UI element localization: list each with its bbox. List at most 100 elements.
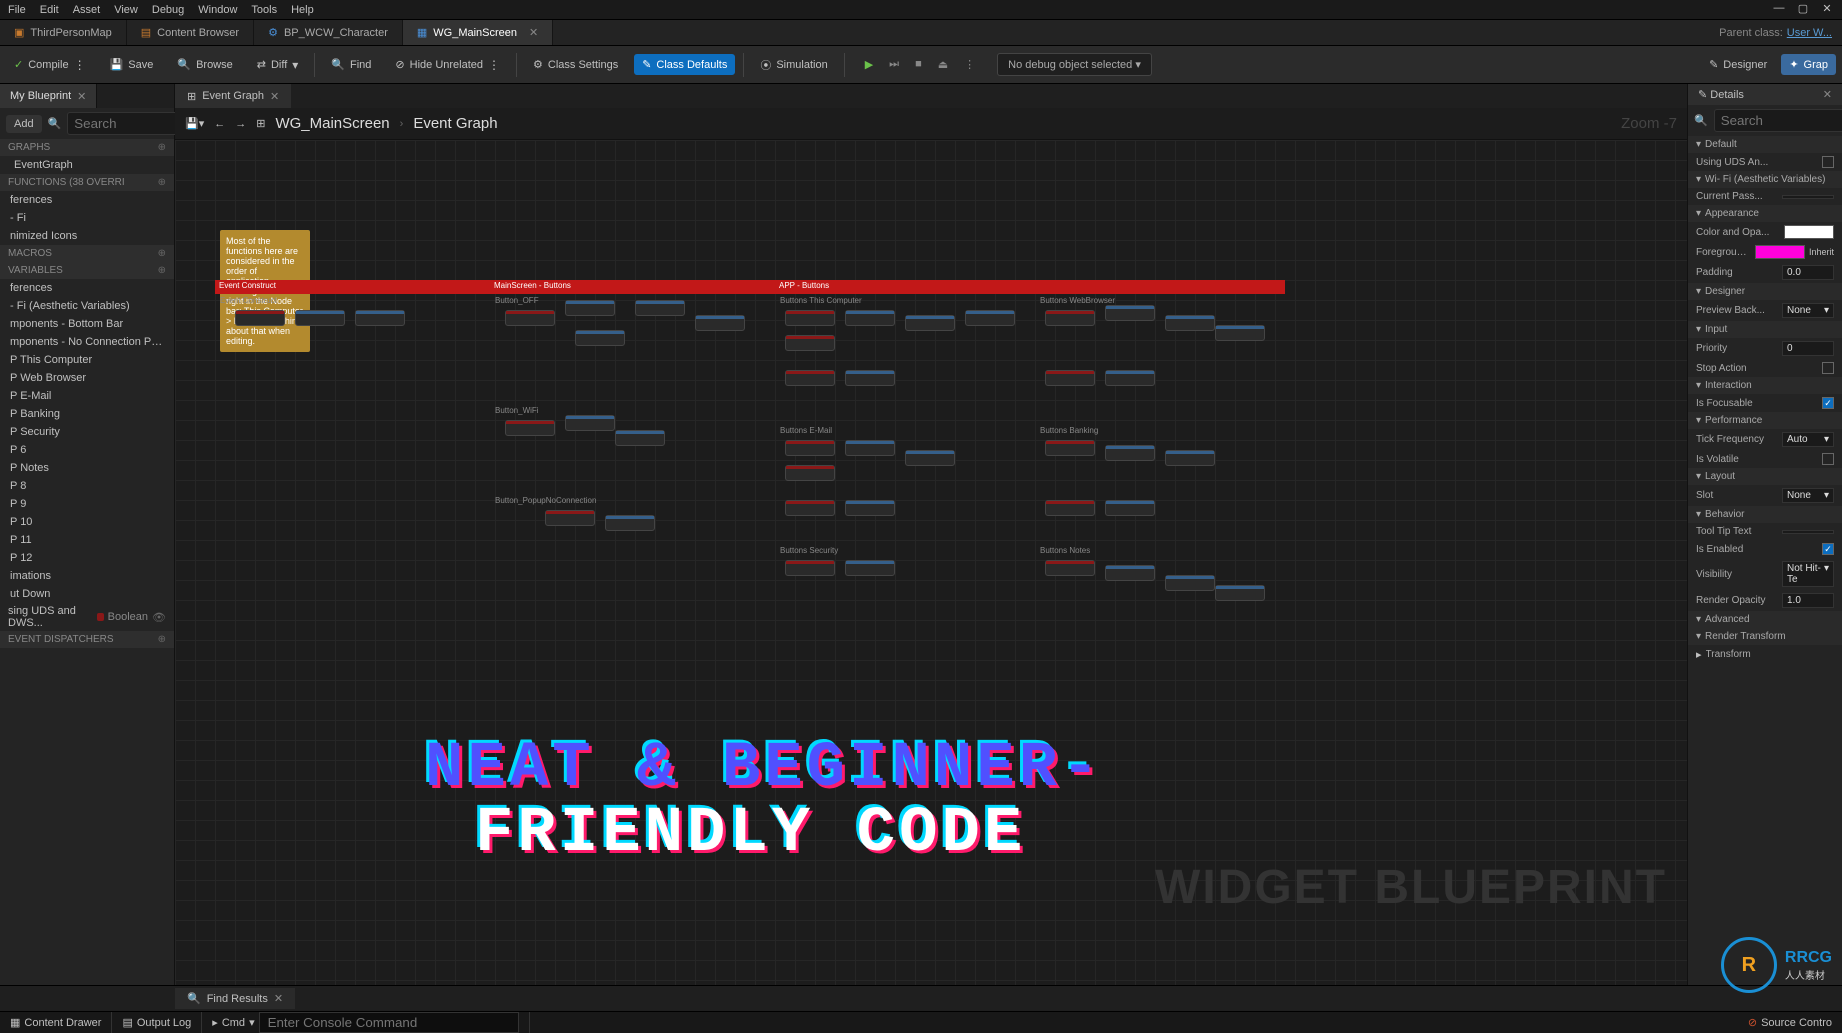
- forward-button[interactable]: →: [235, 118, 246, 130]
- expand-icon[interactable]: ▸: [1696, 648, 1702, 661]
- add-button[interactable]: Add: [6, 115, 42, 133]
- tree-item[interactable]: P This Computer: [0, 351, 174, 369]
- tree-item[interactable]: P Web Browser: [0, 369, 174, 387]
- bp-node[interactable]: [235, 310, 285, 326]
- bp-node[interactable]: [785, 465, 835, 481]
- region-bar[interactable]: APP - Buttons: [775, 280, 1285, 294]
- bp-node[interactable]: [845, 500, 895, 516]
- chevron-down-icon[interactable]: ▾: [249, 1016, 255, 1029]
- play-options[interactable]: ⋮: [958, 54, 981, 75]
- color-swatch[interactable]: [1755, 245, 1805, 259]
- detail-section-header[interactable]: ▾ Input: [1688, 321, 1842, 338]
- bp-node[interactable]: [545, 510, 595, 526]
- details-search-input[interactable]: [1714, 109, 1842, 132]
- detail-section-header[interactable]: ▾ Render Transform: [1688, 628, 1842, 645]
- menu-tools[interactable]: Tools: [251, 4, 277, 16]
- bp-node[interactable]: [1105, 305, 1155, 321]
- visibility-icon[interactable]: 👁: [152, 611, 166, 624]
- detail-section-header[interactable]: ▾ Advanced: [1688, 611, 1842, 628]
- bp-node[interactable]: [785, 335, 835, 351]
- tree-item[interactable]: - Fi: [0, 209, 174, 227]
- tree-item-eventgraph[interactable]: EventGraph: [0, 156, 174, 174]
- tab-contentbrowser[interactable]: ▤ Content Browser: [127, 20, 254, 45]
- tree-item[interactable]: P 11: [0, 531, 174, 549]
- bp-node[interactable]: [1165, 315, 1215, 331]
- detail-section-header[interactable]: ▾ Performance: [1688, 412, 1842, 429]
- bp-node[interactable]: [1105, 445, 1155, 461]
- menu-view[interactable]: View: [114, 4, 138, 16]
- functions-header[interactable]: FUNCTIONS (38 OVERRI⊕: [0, 174, 174, 191]
- bp-node[interactable]: [575, 330, 625, 346]
- menu-debug[interactable]: Debug: [152, 4, 184, 16]
- bp-node[interactable]: [615, 430, 665, 446]
- tree-item[interactable]: imations: [0, 567, 174, 585]
- bp-node[interactable]: [965, 310, 1015, 326]
- tree-item[interactable]: nimized Icons: [0, 227, 174, 245]
- bp-node[interactable]: [1045, 370, 1095, 386]
- output-log-button[interactable]: ▤Output Log: [112, 1012, 202, 1033]
- designer-button[interactable]: ✎Designer: [1701, 54, 1775, 75]
- tree-item[interactable]: mponents - No Connection Popup: [0, 333, 174, 351]
- tab-thirdperson[interactable]: ▣ ThirdPersonMap: [0, 20, 127, 45]
- dispatchers-header[interactable]: EVENT DISPATCHERS⊕: [0, 631, 174, 648]
- bp-node[interactable]: [355, 310, 405, 326]
- close-icon[interactable]: ✕: [529, 26, 538, 39]
- console-input[interactable]: [259, 1012, 519, 1033]
- play-button[interactable]: ▶: [859, 54, 879, 75]
- bp-node[interactable]: [635, 300, 685, 316]
- simulation-button[interactable]: ⦿Simulation: [752, 53, 835, 77]
- variables-header[interactable]: VARIABLES⊕: [0, 262, 174, 279]
- minimize-icon[interactable]: —: [1772, 2, 1786, 15]
- bp-node[interactable]: [785, 370, 835, 386]
- tree-item[interactable]: P 10: [0, 513, 174, 531]
- close-icon[interactable]: ✕: [1823, 88, 1832, 101]
- details-tab[interactable]: ✎ Details ✕: [1688, 84, 1842, 105]
- bp-node[interactable]: [605, 515, 655, 531]
- checkbox[interactable]: [1822, 453, 1834, 465]
- bp-node[interactable]: [845, 560, 895, 576]
- bp-node[interactable]: [565, 300, 615, 316]
- dropdown[interactable]: Auto▾: [1782, 432, 1834, 447]
- parent-class-value[interactable]: User W...: [1787, 27, 1832, 39]
- color-swatch[interactable]: [1784, 225, 1834, 239]
- stop-button[interactable]: ■: [909, 54, 928, 75]
- bp-node[interactable]: [785, 310, 835, 326]
- bp-node[interactable]: [1105, 370, 1155, 386]
- tree-item[interactable]: ferences: [0, 279, 174, 297]
- menu-window[interactable]: Window: [198, 4, 237, 16]
- bp-node[interactable]: [845, 370, 895, 386]
- bp-node[interactable]: [1045, 500, 1095, 516]
- find-results-tab[interactable]: 🔍 Find Results ✕: [175, 988, 295, 1009]
- bp-node[interactable]: [695, 315, 745, 331]
- detail-section-header[interactable]: ▾ Default: [1688, 136, 1842, 153]
- menu-help[interactable]: Help: [291, 4, 314, 16]
- hide-unrelated-button[interactable]: ⊘Hide Unrelated⋮: [387, 54, 508, 76]
- value-input[interactable]: 1.0: [1782, 593, 1834, 608]
- tree-item[interactable]: ferences: [0, 191, 174, 209]
- bp-node[interactable]: [845, 310, 895, 326]
- macros-header[interactable]: MACROS⊕: [0, 245, 174, 262]
- my-blueprint-tab[interactable]: My Blueprint✕: [0, 84, 97, 108]
- bp-node[interactable]: [1105, 565, 1155, 581]
- find-button[interactable]: 🔍Find: [323, 54, 379, 75]
- close-icon[interactable]: ✕: [274, 992, 283, 1005]
- eject-button[interactable]: ⏏: [932, 54, 954, 75]
- bp-node[interactable]: [295, 310, 345, 326]
- tree-item[interactable]: - Fi (Aesthetic Variables): [0, 297, 174, 315]
- bp-node[interactable]: [1215, 585, 1265, 601]
- breadcrumb-asset[interactable]: WG_MainScreen: [275, 115, 389, 132]
- class-defaults-button[interactable]: ✎Class Defaults: [634, 54, 735, 75]
- menu-edit[interactable]: Edit: [40, 4, 59, 16]
- dropdown[interactable]: Not Hit-Te▾: [1782, 561, 1834, 587]
- bp-node[interactable]: [1165, 575, 1215, 591]
- bp-node[interactable]: [905, 450, 955, 466]
- checkbox[interactable]: [1822, 362, 1834, 374]
- tree-item[interactable]: P 12: [0, 549, 174, 567]
- value-input[interactable]: 0: [1782, 341, 1834, 356]
- bp-node[interactable]: [1045, 560, 1095, 576]
- detail-section-header[interactable]: ▾ Behavior: [1688, 506, 1842, 523]
- tree-item[interactable]: P 9: [0, 495, 174, 513]
- detail-section-header[interactable]: ▾ Appearance: [1688, 205, 1842, 222]
- debug-object-select[interactable]: No debug object selected ▾: [997, 53, 1152, 76]
- add-icon[interactable]: ⊕: [158, 142, 166, 153]
